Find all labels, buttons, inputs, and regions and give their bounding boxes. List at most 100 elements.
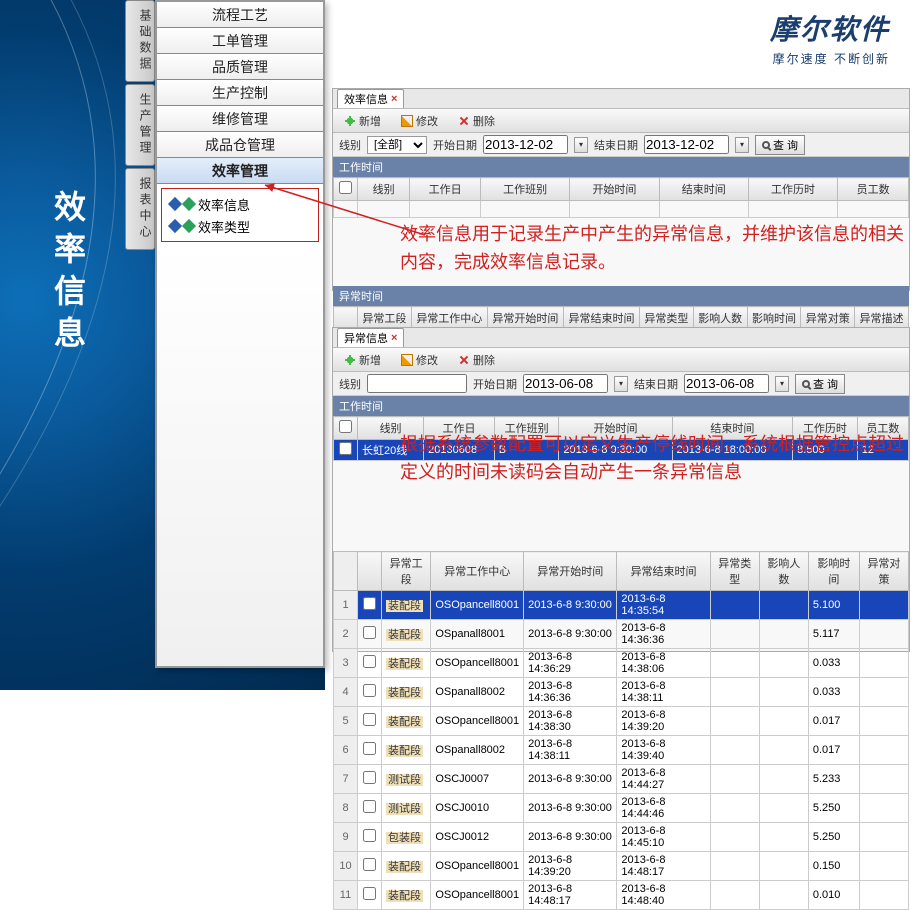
submenu-item-eff-type[interactable]: 效率类型 <box>170 215 310 237</box>
tab-efficiency-info[interactable]: 效率信息 × <box>337 89 404 108</box>
col-emp[interactable]: 员工数 <box>838 178 909 201</box>
btn-label: 删除 <box>473 352 495 368</box>
nav-tab-basic-data[interactable]: 基础数据 <box>125 0 155 82</box>
start-date-input[interactable] <box>483 135 568 154</box>
menu-item-production-ctrl[interactable]: 生产控制 <box>157 80 323 106</box>
col-end[interactable]: 结束时间 <box>672 417 793 440</box>
col-shift[interactable]: 工作班别 <box>494 417 559 440</box>
worktime-grid[interactable]: 线别 工作日 工作班别 开始时间 结束时间 工作历时 员工数 长虹20线 201… <box>333 416 909 461</box>
date-dropdown-icon[interactable]: ▾ <box>775 376 789 392</box>
cell-checkbox[interactable] <box>358 736 382 765</box>
line-select[interactable]: [全部] <box>367 136 427 154</box>
menu-item-warehouse[interactable]: 成品仓管理 <box>157 132 323 158</box>
col-duration[interactable]: 工作历时 <box>748 178 837 201</box>
table-row[interactable] <box>334 201 909 218</box>
col-start[interactable]: 开始时间 <box>570 178 659 201</box>
table-row[interactable]: 6装配段OSpanall80022013-6-8 14:38:112013-6-… <box>334 736 909 765</box>
col-im[interactable]: 影响时间 <box>808 552 859 591</box>
table-row[interactable]: 2装配段OSpanall80012013-6-8 9:30:002013-6-8… <box>334 620 909 649</box>
table-row[interactable]: 1装配段OSOpancell80012013-6-8 9:30:002013-6… <box>334 591 909 620</box>
add-button[interactable]: 新增 <box>339 349 386 371</box>
col-workday[interactable]: 工作日 <box>410 178 481 201</box>
tab-close-icon[interactable]: × <box>391 332 397 344</box>
tab-exception-info[interactable]: 异常信息 × <box>337 328 404 347</box>
col-seg[interactable]: 异常工段 <box>382 552 431 591</box>
add-button[interactable]: 新增 <box>339 110 386 132</box>
col-cm[interactable]: 异常对策 <box>859 552 908 591</box>
start-date-input[interactable] <box>523 374 608 393</box>
tab-label: 异常信息 <box>344 330 388 346</box>
col-checkbox[interactable] <box>334 417 358 440</box>
cell-et: 2013-6-8 14:44:46 <box>617 794 710 823</box>
edit-button[interactable]: 修改 <box>396 110 443 132</box>
col-workday[interactable]: 工作日 <box>424 417 495 440</box>
cell-seg: 装配段 <box>382 678 431 707</box>
cell-checkbox[interactable] <box>358 649 382 678</box>
exception-grid[interactable]: 异常工段 异常工作中心 异常开始时间 异常结束时间 异常类型 影响人数 影响时间… <box>333 551 909 910</box>
end-date-input[interactable] <box>644 135 729 154</box>
col-duration[interactable]: 工作历时 <box>793 417 858 440</box>
col-start[interactable]: 开始时间 <box>559 417 672 440</box>
nav-tab-report-center[interactable]: 报表中心 <box>125 168 155 250</box>
cell-wc: OSOpancell8001 <box>431 591 524 620</box>
cell-checkbox[interactable] <box>358 823 382 852</box>
worktime-grid[interactable]: 线别 工作日 工作班别 开始时间 结束时间 工作历时 员工数 <box>333 177 909 218</box>
tab-close-icon[interactable]: × <box>391 93 397 105</box>
col-emp[interactable]: 员工数 <box>857 417 908 440</box>
grid-gap-area <box>333 461 909 551</box>
cell-checkbox[interactable] <box>358 591 382 620</box>
date-dropdown-icon[interactable]: ▾ <box>735 137 749 153</box>
cell-type <box>710 620 759 649</box>
cell-pp <box>759 852 808 881</box>
query-button[interactable]: 查 询 <box>795 374 845 394</box>
col-st[interactable]: 异常开始时间 <box>524 552 617 591</box>
col-type[interactable]: 异常类型 <box>710 552 759 591</box>
query-button[interactable]: 查 询 <box>755 135 805 155</box>
table-row[interactable]: 长虹20线 20130608 B 2013-6-8 9:30:00 2013-6… <box>334 440 909 461</box>
date-dropdown-icon[interactable]: ▾ <box>574 137 588 153</box>
menu-item-workorder[interactable]: 工单管理 <box>157 28 323 54</box>
col-line[interactable]: 线别 <box>358 178 410 201</box>
col-pp[interactable]: 影响人数 <box>759 552 808 591</box>
table-row[interactable]: 10装配段OSOpancell80012013-6-8 14:39:202013… <box>334 852 909 881</box>
menu-item-efficiency[interactable]: 效率管理 <box>157 158 323 184</box>
cell-checkbox[interactable] <box>358 765 382 794</box>
col-wc[interactable]: 异常工作中心 <box>431 552 524 591</box>
menu-item-maintenance[interactable]: 维修管理 <box>157 106 323 132</box>
cell-checkbox[interactable] <box>358 620 382 649</box>
col-checkbox[interactable] <box>334 178 358 201</box>
cell-checkbox[interactable] <box>358 707 382 736</box>
date-dropdown-icon[interactable]: ▾ <box>614 376 628 392</box>
table-row[interactable]: 5装配段OSOpancell80012013-6-8 14:38:302013-… <box>334 707 909 736</box>
col-checkbox[interactable] <box>358 552 382 591</box>
menu-item-quality[interactable]: 品质管理 <box>157 54 323 80</box>
table-row[interactable]: 3装配段OSOpancell80012013-6-8 14:36:292013-… <box>334 649 909 678</box>
col-end[interactable]: 结束时间 <box>659 178 748 201</box>
cell-wc: OSCJ0007 <box>431 765 524 794</box>
row-checkbox[interactable] <box>334 440 358 461</box>
edit-button[interactable]: 修改 <box>396 349 443 371</box>
col-shift[interactable]: 工作班别 <box>481 178 570 201</box>
cell-checkbox[interactable] <box>358 678 382 707</box>
cell-checkbox[interactable] <box>358 881 382 910</box>
delete-button[interactable]: 删除 <box>453 110 500 132</box>
btn-label: 删除 <box>473 113 495 129</box>
nav-tab-production-mgmt[interactable]: 生产管理 <box>125 84 155 166</box>
cell-wc: OSCJ0010 <box>431 794 524 823</box>
table-row[interactable]: 11装配段OSOpancell80012013-6-8 14:48:172013… <box>334 881 909 910</box>
col-line[interactable]: 线别 <box>358 417 424 440</box>
brand-logo: 摩尔软件 <box>770 8 890 48</box>
table-row[interactable]: 4装配段OSpanall80022013-6-8 14:36:362013-6-… <box>334 678 909 707</box>
table-row[interactable]: 8测试段OSCJ00102013-6-8 9:30:002013-6-8 14:… <box>334 794 909 823</box>
table-row[interactable]: 7测试段OSCJ00072013-6-8 9:30:002013-6-8 14:… <box>334 765 909 794</box>
end-date-input[interactable] <box>684 374 769 393</box>
efficiency-info-panel: 效率信息 × 新增 修改 删除 线别 [全部] 开始日期 ▾ 结束日期 ▾ 查 … <box>332 88 910 291</box>
line-input[interactable] <box>367 374 467 393</box>
table-row[interactable]: 9包装段OSCJ00122013-6-8 9:30:002013-6-8 14:… <box>334 823 909 852</box>
cell-checkbox[interactable] <box>358 794 382 823</box>
delete-button[interactable]: 删除 <box>453 349 500 371</box>
menu-item-process[interactable]: 流程工艺 <box>157 2 323 28</box>
col-et[interactable]: 异常结束时间 <box>617 552 710 591</box>
submenu-item-eff-info[interactable]: 效率信息 <box>170 193 310 215</box>
cell-checkbox[interactable] <box>358 852 382 881</box>
